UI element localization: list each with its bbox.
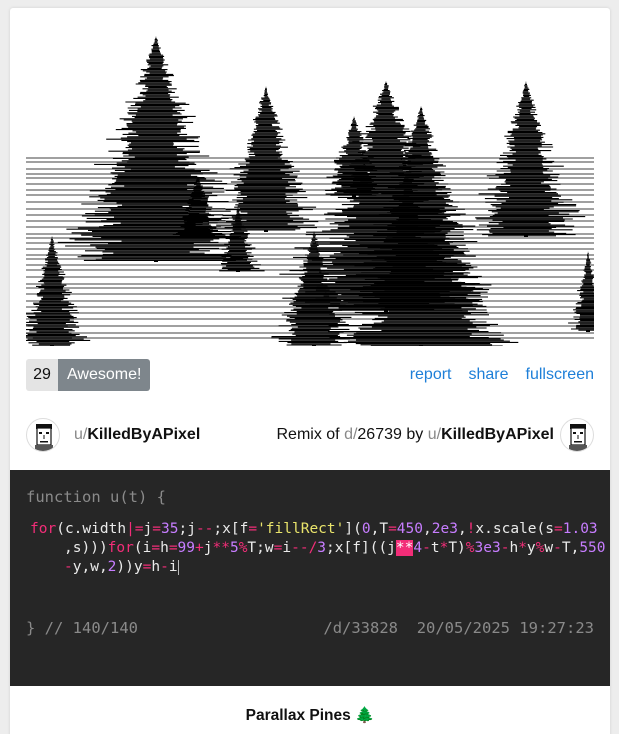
dweet-prefix: d/ xyxy=(344,426,358,443)
code-line: for(c.width|=j=35;j--;x[f='fillRect'](0,… xyxy=(30,521,598,537)
remix-author-avatar[interactable] xyxy=(560,418,594,452)
remix-author-link[interactable]: KilledByAPixel xyxy=(441,426,554,443)
dweet-timestamp: 20/05/2025 19:27:23 xyxy=(416,619,594,637)
dweet-card: 29 Awesome! report share fullscreen u/Ki… xyxy=(10,8,610,734)
avatar-face-icon xyxy=(35,424,53,451)
code-line: -y,w,2))y=h-i xyxy=(64,559,179,575)
author-username[interactable]: u/KilledByAPixel xyxy=(74,418,200,452)
vote-count: 29 xyxy=(26,359,58,391)
dweet-title: Parallax Pines 🌲 xyxy=(245,707,375,724)
user-prefix: u/ xyxy=(74,426,88,443)
function-footer: } // 140/140 xyxy=(26,619,138,637)
author-avatar[interactable] xyxy=(26,418,60,452)
code-body[interactable]: for(c.width|=j=35;j--;x[f='fillRect'](0,… xyxy=(30,520,606,577)
share-link[interactable]: share xyxy=(468,359,508,391)
vote-widget: 29 Awesome! xyxy=(26,359,151,391)
remix-label: Remix of xyxy=(276,426,340,443)
remix-info: Remix of d/26739 by u/KilledByAPixel xyxy=(276,418,554,452)
parallax-pines-drawing xyxy=(26,36,594,346)
fullscreen-link[interactable]: fullscreen xyxy=(526,359,594,391)
remix-dweet-link[interactable]: 26739 xyxy=(357,426,402,443)
remix-by-label: by xyxy=(406,426,424,443)
dweet-canvas[interactable] xyxy=(26,26,594,346)
awesome-button[interactable]: Awesome! xyxy=(58,359,151,391)
action-row: 29 Awesome! report share fullscreen xyxy=(26,359,594,391)
username: KilledByAPixel xyxy=(87,426,201,443)
text-cursor xyxy=(177,559,179,575)
author-row: u/KilledByAPixel Remix of d/26739 by u/K… xyxy=(26,418,594,458)
dweet-path[interactable]: /d/33828 xyxy=(323,619,398,637)
dweet-meta: /d/33828 20/05/2025 19:27:23 xyxy=(323,619,594,637)
function-header: function u(t) { xyxy=(26,488,166,506)
code-editor[interactable]: function u(t) { for(c.width|=j=35;j--;x[… xyxy=(10,470,610,686)
remix-user-prefix: u/ xyxy=(427,426,442,443)
avatar-face-icon xyxy=(569,424,587,451)
code-line: ,s)))for(i=h=99+j**5%T;w=i--/3;x[f]((j**… xyxy=(64,540,606,556)
post-links: report share fullscreen xyxy=(410,359,594,391)
report-link[interactable]: report xyxy=(410,359,452,391)
